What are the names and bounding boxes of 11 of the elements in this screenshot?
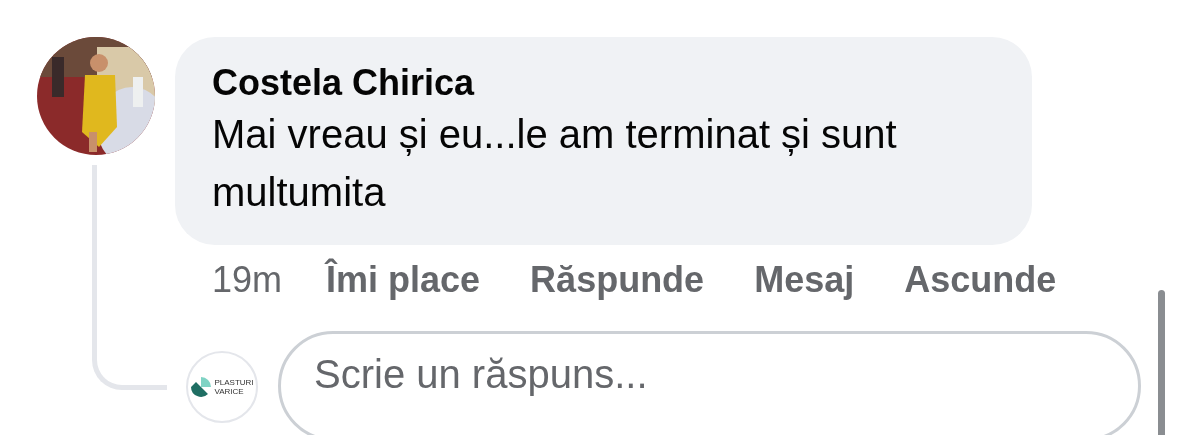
action-link[interactable]: Ascunde: [904, 259, 1057, 301]
comment-text: Mai vreau și eu...le am terminat și sunt multumita: [212, 111, 898, 216]
action-link[interactable]: Îmi place: [326, 259, 481, 301]
author-name: Costela Chirica: [212, 61, 476, 105]
timestamp: 19m: [212, 259, 283, 301]
action-link[interactable]: Mesaj: [754, 259, 855, 301]
scrollbar[interactable]: [1158, 290, 1165, 435]
action-link[interactable]: Răspunde: [530, 259, 705, 301]
logo-icon: [190, 376, 213, 398]
reply-field[interactable]: Scrie un răspuns...: [278, 331, 1141, 435]
logo-text: PLASTURI VARICE: [214, 378, 254, 396]
